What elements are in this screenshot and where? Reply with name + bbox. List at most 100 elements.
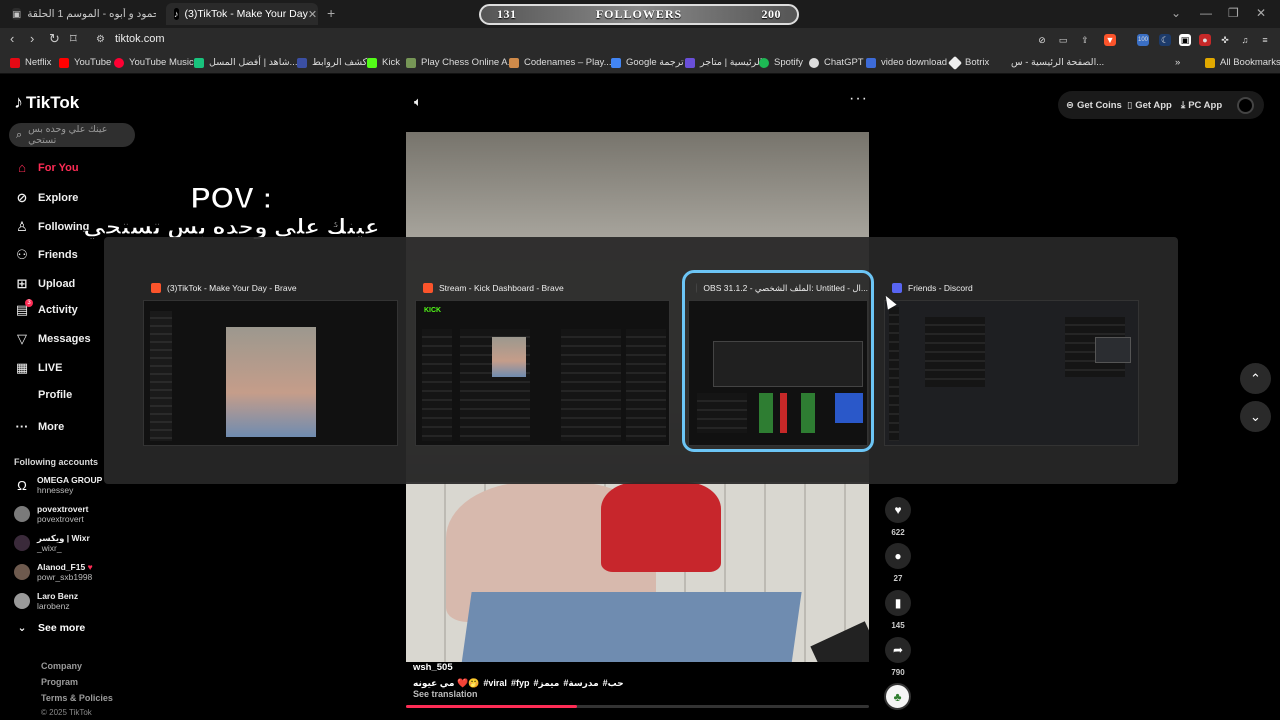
window-title: Stream - Kick Dashboard - Brave <box>439 283 564 293</box>
hashtag[interactable]: #fyp <box>511 678 530 689</box>
forward-icon[interactable]: › <box>30 31 34 46</box>
switcher-window-tiktok[interactable]: (3)TikTok - Make Your Day - Brave <box>143 276 398 446</box>
copyright: © 2025 TikTok <box>41 708 92 717</box>
browser-tab-shahid[interactable]: ▣ شاهد حمود و أبوه - الموسم 1 الحلقة... <box>4 3 164 25</box>
bookmark-shahid[interactable]: شاهد | أفضل المسل... <box>194 57 297 68</box>
close-window-icon[interactable]: ✕ <box>1256 6 1266 20</box>
minimize-icon[interactable]: — <box>1200 6 1212 20</box>
switcher-window-obs[interactable]: OBS 31.1.2 - الملف الشخصي: Untitled - ال… <box>682 270 874 452</box>
search-input[interactable]: ⌕ عينك علي وحده بس تستحي <box>9 123 135 147</box>
get-coins-button[interactable]: ⊜ Get Coins <box>1066 97 1122 113</box>
get-app-button[interactable]: ▯ Get App <box>1127 97 1172 113</box>
bookmark-botrix[interactable]: Botrix <box>947 55 989 70</box>
following-account[interactable]: ويكسر | Wixr _wixr_ <box>14 533 90 553</box>
bookmark-codenames[interactable]: Codenames – Play... <box>509 57 611 68</box>
back-icon[interactable]: ‹ <box>10 31 14 46</box>
avatar[interactable] <box>1237 97 1254 114</box>
tiktok-logo[interactable]: ♪ TikTok <box>14 92 79 113</box>
bookmark-chess[interactable]: Play Chess Online A... <box>406 57 516 68</box>
hashtag[interactable]: #مدرسة <box>563 678 598 689</box>
extension-badge-icon[interactable]: 100 <box>1137 34 1149 46</box>
video-progress-bar[interactable] <box>406 705 869 708</box>
switcher-window-kick[interactable]: Stream - Kick Dashboard - Brave KICK <box>415 276 670 446</box>
bookmark-page-icon[interactable]: ⌑ <box>70 31 77 47</box>
nav-live[interactable]: ▦ LIVE <box>14 360 63 376</box>
extensions-puzzle-icon[interactable]: ✜ <box>1219 34 1231 46</box>
bookmark-youtube[interactable]: YouTube <box>59 57 111 68</box>
obs-icon <box>696 283 698 293</box>
nav-more[interactable]: ··· More <box>14 419 65 434</box>
stores-icon <box>685 57 695 68</box>
bookmark-kick[interactable]: Kick <box>367 57 400 68</box>
bookmarks-overflow-icon[interactable]: » <box>1175 57 1180 68</box>
thumb-controls <box>835 393 863 423</box>
hashtag[interactable]: #viral <box>483 678 507 689</box>
square-extension-icon[interactable]: ▣ <box>1179 34 1191 46</box>
close-tab-icon[interactable]: ✕ <box>308 8 317 21</box>
cast-icon[interactable]: ▭ <box>1057 34 1069 46</box>
bookmark-label: video download <box>881 57 948 68</box>
record-extension-icon[interactable]: ● <box>1199 34 1211 46</box>
nav-profile[interactable]: Profile <box>14 389 72 401</box>
nav-for-you[interactable]: ⌂ For You <box>14 160 78 175</box>
footer-terms[interactable]: Terms & Policies <box>41 693 113 703</box>
nav-messages[interactable]: ▽ Messages <box>14 331 91 347</box>
more-options-icon[interactable]: ··· <box>849 90 868 108</box>
bookmark-all[interactable]: All Bookmarks <box>1205 57 1280 68</box>
site-settings-icon[interactable]: ⚙ <box>96 34 105 45</box>
bookmark-video-download[interactable]: video download <box>866 57 947 68</box>
account-username: powr_sxb1998 <box>37 572 93 582</box>
bookmark-links[interactable]: كشف الروابط <box>297 57 367 68</box>
nav-activity[interactable]: ▤ Activity <box>14 302 78 318</box>
bookmark-home-page[interactable]: الصفحة الرئيسية - س... <box>1011 57 1104 68</box>
bookmark-label: ChatGPT <box>824 57 864 68</box>
bookmark-netflix[interactable]: Netflix <box>10 57 51 68</box>
reload-icon[interactable]: ↻ <box>49 31 60 47</box>
pc-app-button[interactable]: ⤓ PC App <box>1181 97 1222 113</box>
switcher-window-discord[interactable]: Friends - Discord <box>884 276 1139 446</box>
browser-tab-tiktok[interactable]: ♪ (3)TikTok - Make Your Day ✕ <box>166 3 318 25</box>
nav-friends[interactable]: ⚇ Friends <box>14 247 78 263</box>
bookmark-button[interactable]: ▮ 145 <box>885 590 911 630</box>
volume-icon[interactable]: 🔈︎ <box>414 94 422 110</box>
following-account[interactable]: Alanod_F15 ♥ powr_sxb1998 <box>14 562 93 582</box>
previous-video-button[interactable]: ⌃ <box>1240 363 1271 394</box>
footer-program[interactable]: Program <box>41 677 78 687</box>
footer-company[interactable]: Company <box>41 661 82 671</box>
following-account[interactable]: Ω OMEGA GROUP hnnessey <box>14 475 102 495</box>
new-tab-button[interactable]: + <box>327 5 335 21</box>
thumb-server-list <box>889 307 899 441</box>
video-author[interactable]: wsh_505 <box>413 662 453 673</box>
url-field[interactable]: tiktok.com <box>115 33 165 45</box>
following-account[interactable]: Laro Benz larobenz <box>14 591 78 611</box>
share-page-icon[interactable]: ⇪ <box>1079 34 1091 46</box>
translate-off-icon[interactable]: ⊘ <box>1036 34 1048 46</box>
like-button[interactable]: ♥ 622 <box>885 497 911 537</box>
nav-label: Upload <box>38 278 76 290</box>
bookmark-youtube-music[interactable]: YouTube Music <box>114 57 194 68</box>
hashtag[interactable]: #حب <box>603 678 624 689</box>
music-disc-icon[interactable]: ♣ <box>884 683 911 710</box>
bookmark-spotify[interactable]: Spotify <box>759 57 803 68</box>
media-music-icon[interactable]: ♫ <box>1239 34 1251 46</box>
hashtag[interactable]: #ميمز <box>533 678 559 689</box>
nav-upload[interactable]: ⊞ Upload <box>14 276 76 292</box>
tiktok-note-icon: ♪ <box>14 92 23 112</box>
avatar <box>14 535 30 551</box>
next-video-button[interactable]: ⌄ <box>1240 401 1271 432</box>
see-translation-link[interactable]: See translation <box>413 689 478 699</box>
caption-text: مي عيونه ❤️🤭 <box>413 678 480 688</box>
bookmark-google-translate[interactable]: Google ترجمة <box>611 57 684 68</box>
brave-shields-icon[interactable]: ▼ <box>1104 34 1116 46</box>
browser-menu-icon[interactable]: ≡ <box>1259 34 1271 46</box>
moon-extension-icon[interactable]: ☾ <box>1159 34 1171 46</box>
bookmark-chatgpt[interactable]: ChatGPT <box>809 57 864 68</box>
restore-icon[interactable]: ❐ <box>1228 6 1239 20</box>
share-button[interactable]: ➦ 790 <box>885 637 911 677</box>
comment-button[interactable]: ● 27 <box>885 543 911 583</box>
tab-search-chevron-icon[interactable]: ⌄ <box>1171 6 1181 20</box>
following-account[interactable]: povextrovert povextrovert <box>14 504 89 524</box>
see-more-button[interactable]: ⌄ See more <box>14 622 86 634</box>
bookmark-stores[interactable]: الرئيسية | متاجر <box>685 57 762 68</box>
home-icon: ⌂ <box>18 160 26 175</box>
